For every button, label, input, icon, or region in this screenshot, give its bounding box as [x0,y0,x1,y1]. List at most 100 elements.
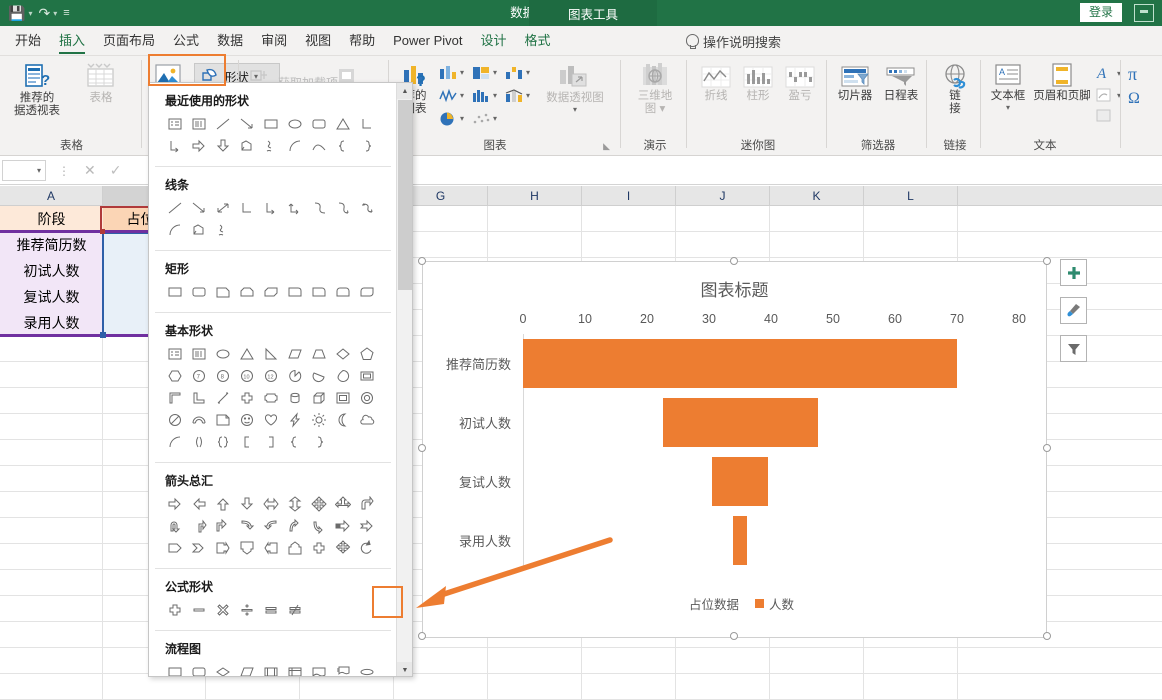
shape-smiley-face[interactable] [235,409,259,431]
shape-cross[interactable] [235,387,259,409]
column-chart-icon[interactable] [438,64,458,81]
legend-entry-1[interactable]: 人数 [755,594,794,613]
shape-cross-arrow[interactable] [307,537,331,559]
shape-right-arrow[interactable] [187,135,211,157]
shape-plus[interactable] [163,599,187,621]
shape-circular-arrow[interactable] [355,537,379,559]
grid-cell[interactable] [676,674,770,699]
grid-cell[interactable] [488,232,582,257]
shape-text-box[interactable] [163,113,187,135]
ribbon-tab-10[interactable]: 格式 [516,26,560,56]
scatter-chart-icon[interactable] [471,110,491,127]
3d-map-button[interactable]: 三维地 图 ▾ [632,62,678,116]
scroll-up-icon[interactable]: ▲ [397,83,412,99]
chevron-down-icon[interactable]: ▾ [1006,103,1010,112]
shape-u-turn-arrow[interactable] [163,515,187,537]
hierarchy-chart-icon[interactable] [471,64,491,81]
shape-chord[interactable] [307,365,331,387]
redo-icon[interactable]: ↷ [34,3,54,24]
shape-flowchart-document[interactable] [307,661,331,676]
chart-object[interactable]: 图表标题 0 10 20 30 40 50 60 70 80 推荐简历数 初试人数 复试人数 录用人数… [422,261,1047,638]
shape-vertical-text-box[interactable] [187,113,211,135]
shape-rounded-rectangle[interactable] [307,113,331,135]
grid-cell[interactable] [864,648,958,673]
shape-flowchart-multidocument[interactable] [331,661,355,676]
chart-legend[interactable]: 占位数据 人数 [423,594,1046,613]
grid-cell[interactable] [864,674,958,699]
slicer-button[interactable]: 切片器 [834,64,876,103]
shape-right-brace[interactable] [355,135,379,157]
gallery-scrollbar[interactable]: ▲ ▼ [396,83,412,676]
shape-freeform[interactable] [235,135,259,157]
chart-resize-handle-ne[interactable] [1043,257,1051,265]
grid-row[interactable] [0,674,1162,700]
shape-divide[interactable] [235,599,259,621]
shape-line[interactable] [163,197,187,219]
shape-text-box[interactable] [163,343,187,365]
shape-block-arc[interactable] [187,409,211,431]
ribbon-tab-9[interactable]: 设计 [472,26,516,56]
shape-teardrop[interactable] [331,365,355,387]
shape-right-bracket[interactable] [259,431,283,453]
grid-cell[interactable] [0,648,103,673]
shape-lightning-bolt[interactable] [283,409,307,431]
shape-left-right-up-arrow[interactable] [331,493,355,515]
shape-donut[interactable] [355,387,379,409]
fill-handle[interactable] [100,332,106,338]
shape-cube[interactable] [307,387,331,409]
chevron-down-icon[interactable]: ▾ [493,114,497,123]
grid-cell[interactable] [0,492,103,517]
column-header-L[interactable]: L [864,186,958,206]
cell-a5[interactable]: 录用人数 [0,310,103,336]
grid-cell[interactable] [300,674,394,699]
grid-cell[interactable] [488,648,582,673]
grid-cell[interactable] [103,674,206,699]
grid-cell[interactable] [0,414,103,439]
shape-chevron[interactable] [187,537,211,559]
shape-folded-corner[interactable] [211,409,235,431]
shape-left-brace[interactable] [331,135,355,157]
shape-trapezoid[interactable] [307,343,331,365]
shape-bent-up-arrow[interactable] [211,515,235,537]
grid-cell[interactable] [770,232,864,257]
ribbon-tab-7[interactable]: 帮助 [340,26,384,56]
shape-decagon[interactable]: 10 [235,365,259,387]
shape-diamond[interactable] [331,343,355,365]
chart-resize-handle-nw[interactable] [418,257,426,265]
shape-arc[interactable] [283,135,307,157]
shape-rectangle[interactable] [259,113,283,135]
chevron-down-icon[interactable]: ▾ [37,166,41,175]
grid-cell[interactable] [0,518,103,543]
chevron-down-icon[interactable]: ▾ [526,91,530,100]
shape-round-diagonal-corner[interactable] [355,281,379,303]
scroll-down-icon[interactable]: ▼ [397,662,412,676]
shape-line-double-arrow[interactable] [211,197,235,219]
shape-heptagon[interactable]: 7 [187,365,211,387]
scrollbar-thumb[interactable] [398,100,412,290]
chevron-down-icon[interactable]: ▾ [53,9,57,18]
shape-oval[interactable] [211,343,235,365]
signature-line-icon[interactable] [1095,86,1113,104]
table-button[interactable]: 表格 [72,62,130,105]
shape-rounded-rectangle[interactable] [187,281,211,303]
shape-scribble[interactable] [259,135,283,157]
shape-bent-arrow[interactable] [355,493,379,515]
shape-right-arrow[interactable] [163,493,187,515]
customize-qat-icon[interactable]: ≡ [59,5,73,21]
wordart-icon[interactable]: A [1095,64,1113,82]
shape-half-frame[interactable] [163,387,187,409]
pie-chart-icon[interactable] [438,110,458,127]
grid-cell[interactable] [582,232,676,257]
shape-flowchart-predefined-process[interactable] [259,661,283,676]
cell-a1-header[interactable]: 阶段 [0,206,103,232]
shape-left-right-arrow[interactable] [259,493,283,515]
ribbon-tab-0[interactable]: 开始 [6,26,50,56]
shape-snip-round-single-corner[interactable] [283,281,307,303]
shape-left-arrow[interactable] [187,493,211,515]
column-header-J[interactable]: J [676,186,770,206]
shape-flowchart-data[interactable] [235,661,259,676]
chart-resize-handle-se[interactable] [1043,632,1051,640]
shape-curved-arrow-connector[interactable] [331,197,355,219]
tell-me-box[interactable]: 操作说明搜索 [672,26,781,56]
shape-curved-left-arrow[interactable] [259,515,283,537]
